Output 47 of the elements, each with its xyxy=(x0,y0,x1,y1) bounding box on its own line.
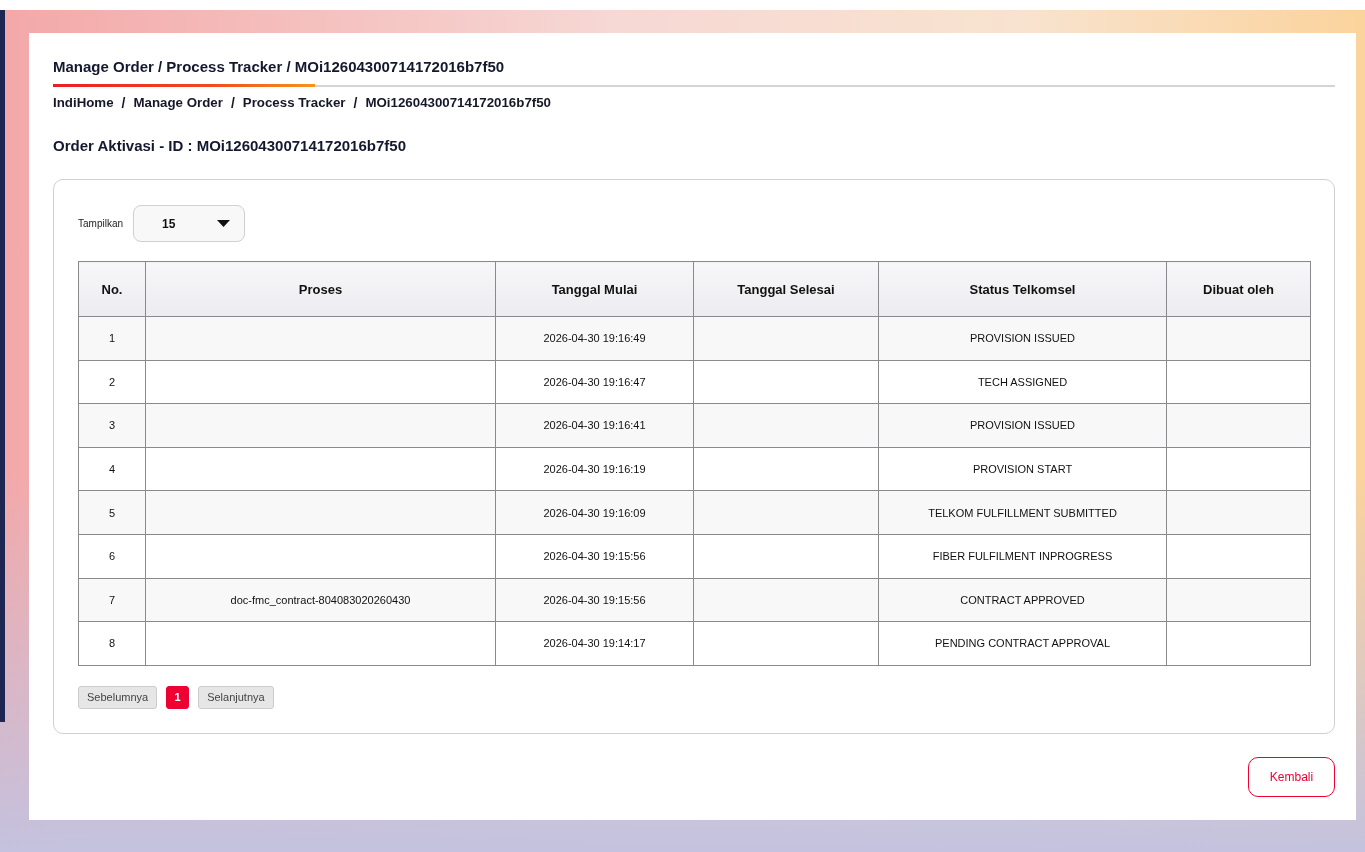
breadcrumb-separator: / xyxy=(353,94,358,112)
table-cell: CONTRACT APPROVED xyxy=(878,578,1167,622)
breadcrumb-link[interactable]: IndiHome xyxy=(53,94,114,112)
table-cell: doc-fmc_contract-804083020260430 xyxy=(145,578,496,622)
table-cell: TELKOM FULFILLMENT SUBMITTED xyxy=(878,490,1167,535)
table-cell: 7 xyxy=(78,578,146,622)
table-cell: 2026-04-30 19:15:56 xyxy=(495,534,694,579)
breadcrumb-separator: / xyxy=(230,94,235,112)
table-cell: TECH ASSIGNED xyxy=(878,360,1167,404)
table-cell: 1 xyxy=(78,316,146,361)
table-cell: FIBER FULFILMENT INPROGRESS xyxy=(878,534,1167,579)
table-cell: 4 xyxy=(78,447,146,491)
column-header: Tanggal Selesai xyxy=(693,261,879,317)
table-cell: 3 xyxy=(78,403,146,448)
next-page-button[interactable]: Selanjutnya xyxy=(198,685,274,709)
table-cell: 2026-04-30 19:16:49 xyxy=(495,316,694,361)
table-cell: 2026-04-30 19:16:09 xyxy=(495,490,694,535)
previous-page-button[interactable]: Sebelumnya xyxy=(78,685,158,709)
breadcrumb-separator: / xyxy=(121,94,126,112)
table-cell: PENDING CONTRACT APPROVAL xyxy=(878,621,1167,666)
page-size-label: Tampilkan xyxy=(78,218,124,229)
caret-icon xyxy=(217,220,231,227)
breadcrumb-link[interactable]: Manage Order xyxy=(133,94,223,112)
page-number-button[interactable]: 1 xyxy=(166,685,190,709)
table-cell: 2026-04-30 19:14:17 xyxy=(495,621,694,666)
table-cell: 2026-04-30 19:16:41 xyxy=(495,403,694,448)
table-cell: 2026-04-30 19:15:56 xyxy=(495,578,694,622)
table-cell: 5 xyxy=(78,490,146,535)
column-header: Proses xyxy=(145,261,496,317)
column-header: Dibuat oleh xyxy=(1166,261,1311,317)
table-cell: PROVISION START xyxy=(878,447,1167,491)
table-cell: 2026-04-30 19:16:19 xyxy=(495,447,694,491)
page-title: Manage Order / Process Tracker / MOi12604300714172016b7f50 xyxy=(53,57,505,77)
breadcrumb-current-page: MOi12604300714172016b7f50 xyxy=(365,94,551,112)
table-cell: 6 xyxy=(78,534,146,579)
column-header: Tanggal Mulai xyxy=(495,261,694,317)
table-cell: PROVISION ISSUED xyxy=(878,316,1167,361)
back-button[interactable]: Kembali xyxy=(1248,756,1335,797)
order-heading: Order Aktivasi - ID : MOi12604300714172016b7f50 xyxy=(53,136,406,156)
column-header: No. xyxy=(78,261,146,317)
table-cell: 8 xyxy=(78,621,146,666)
column-header: Status Telkomsel xyxy=(878,261,1167,317)
table-cell: 2026-04-30 19:16:47 xyxy=(495,360,694,404)
page-size-select[interactable]: 15 xyxy=(133,205,246,242)
table-cell: PROVISION ISSUED xyxy=(878,403,1167,448)
table-cell: 2 xyxy=(78,360,146,404)
breadcrumb-link[interactable]: Process Tracker xyxy=(242,94,346,112)
